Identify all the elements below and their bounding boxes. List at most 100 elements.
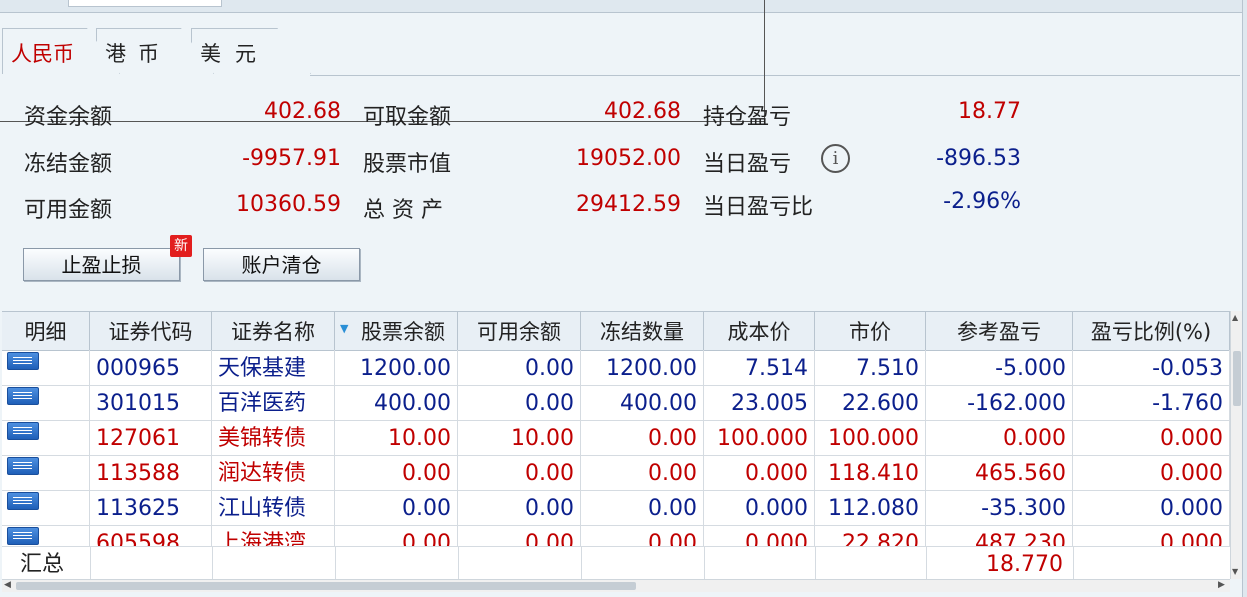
pl-cell: -35.300 <box>926 490 1073 525</box>
detail-cell <box>2 490 90 525</box>
window-top-strip <box>0 0 1247 13</box>
available-label: 可用金额 <box>24 198 113 223</box>
frozen-cell: 400.00 <box>581 385 704 420</box>
daily-pl-ratio-label: 当日盈亏比 <box>703 195 814 220</box>
top-tab-stub[interactable] <box>68 0 222 7</box>
detail-cell <box>2 350 90 385</box>
tab-label: 美元 <box>200 42 270 66</box>
code-cell: 000965 <box>90 350 212 385</box>
cost-cell: 100.000 <box>704 420 815 455</box>
withdrawable-value: 402.68 <box>604 99 681 124</box>
total-assets-label: 总 资 产 <box>363 198 443 223</box>
summary-label: 汇总 <box>20 552 65 577</box>
balance-cell: 1200.00 <box>335 350 458 385</box>
name-cell: 百洋医药 <box>212 385 335 420</box>
balance-cell: 0.00 <box>335 455 458 490</box>
detail-list-icon[interactable] <box>7 422 39 440</box>
frozen-cell: 0.00 <box>581 420 704 455</box>
new-badge: 新 <box>170 235 192 257</box>
stop-profit-loss-button[interactable]: 止盈止损 <box>23 248 180 281</box>
col-header-available[interactable]: 可用余额 <box>458 312 581 350</box>
clear-account-button[interactable]: 账户清仓 <box>203 248 360 281</box>
detail-list-icon[interactable] <box>7 492 39 510</box>
scroll-right-icon[interactable]: ▶ <box>1218 580 1225 590</box>
col-header-code[interactable]: 证券代码 <box>90 312 212 350</box>
name-cell: 天保基建 <box>212 350 335 385</box>
available-cell: 0.00 <box>458 350 581 385</box>
column-divider <box>815 547 816 579</box>
window-right-edge <box>1242 0 1247 597</box>
stock-value-label: 股票市值 <box>363 152 452 177</box>
frozen-value: -9957.91 <box>242 146 341 171</box>
cost-cell: 7.514 <box>704 350 815 385</box>
price-cell: 100.000 <box>815 420 926 455</box>
col-header-price[interactable]: 市价 <box>815 312 926 350</box>
detail-list-icon[interactable] <box>7 387 39 405</box>
column-divider <box>581 547 582 579</box>
table-row[interactable]: 113625 江山转债 0.00 0.00 0.00 0.000 112.080 -35.30… <box>2 490 1230 526</box>
column-divider <box>90 547 91 579</box>
col-header-cost[interactable]: 成本价 <box>704 312 815 350</box>
summary-pl-value: 18.770 <box>986 552 1063 577</box>
col-header-pl[interactable]: 参考盈亏 <box>926 312 1073 350</box>
available-cell: 0.00 <box>458 490 581 525</box>
available-value: 10360.59 <box>236 192 341 217</box>
col-header-detail[interactable]: 明细 <box>2 312 90 350</box>
code-cell: 113625 <box>90 490 212 525</box>
col-header-ratio[interactable]: 盈亏比例(%) <box>1073 312 1230 350</box>
detail-cell <box>2 455 90 490</box>
position-pl-value: 18.77 <box>958 99 1021 124</box>
ratio-cell: -1.760 <box>1073 385 1230 420</box>
table-header: 明细 证券代码 证券名称 股票余额 可用余额 冻结数量 成本价 市价 参考盈亏 … <box>2 311 1230 351</box>
column-divider <box>1073 547 1074 579</box>
available-cell: 10.00 <box>458 420 581 455</box>
table-row[interactable]: 127061 美锦转债 10.00 10.00 0.00 100.000 100.000 0.… <box>2 420 1230 456</box>
col-header-name[interactable]: 证券名称 <box>212 312 335 350</box>
daily-pl-ratio-value: -2.96% <box>943 189 1021 214</box>
price-cell: 22.600 <box>815 385 926 420</box>
total-assets-value: 29412.59 <box>576 192 681 217</box>
column-divider <box>212 547 213 579</box>
frozen-cell: 0.00 <box>581 455 704 490</box>
table-row[interactable]: 000965 天保基建 1200.00 0.00 1200.00 7.514 7.510 -5… <box>2 350 1230 386</box>
ratio-cell: 0.000 <box>1073 490 1230 525</box>
currency-tabs: 美元 港币 人民币 <box>0 28 1240 76</box>
table-row[interactable]: 301015 百洋医药 400.00 0.00 400.00 23.005 22.600 -1… <box>2 385 1230 421</box>
name-cell: 江山转债 <box>212 490 335 525</box>
vertical-scroll-thumb[interactable] <box>1233 351 1241 406</box>
frozen-label: 冻结金额 <box>24 152 113 177</box>
table-row[interactable]: 113588 润达转债 0.00 0.00 0.00 0.000 118.410 465.56… <box>2 455 1230 491</box>
summary-row: 汇总 18.770 <box>2 546 1230 579</box>
scroll-down-icon[interactable]: ▼ <box>1232 567 1238 576</box>
col-header-frozen[interactable]: 冻结数量 <box>581 312 704 350</box>
code-cell: 127061 <box>90 420 212 455</box>
horizontal-scroll-thumb[interactable] <box>16 582 636 590</box>
scroll-left-icon[interactable]: ◀ <box>4 580 11 590</box>
sort-indicator-icon: ▼ <box>340 322 349 335</box>
ratio-cell: -0.053 <box>1073 350 1230 385</box>
price-cell: 7.510 <box>815 350 926 385</box>
scroll-up-icon[interactable]: ▲ <box>1232 313 1238 322</box>
tab-baseline <box>310 75 1240 76</box>
detail-cell <box>2 420 90 455</box>
available-cell: 0.00 <box>458 385 581 420</box>
position-pl-label: 持仓盈亏 <box>703 105 792 130</box>
horizontal-scrollbar[interactable]: ◀ ▶ <box>2 579 1230 592</box>
ratio-cell: 0.000 <box>1073 455 1230 490</box>
withdrawable-label: 可取金额 <box>363 105 452 130</box>
detail-list-icon[interactable] <box>7 352 39 370</box>
code-cell: 113588 <box>90 455 212 490</box>
price-cell: 118.410 <box>815 455 926 490</box>
info-icon[interactable]: i <box>821 144 850 173</box>
col-header-balance[interactable]: 股票余额 <box>335 312 458 350</box>
detail-list-icon[interactable] <box>7 457 39 475</box>
balance-cell: 400.00 <box>335 385 458 420</box>
detail-list-icon[interactable] <box>7 527 39 545</box>
name-cell: 美锦转债 <box>212 420 335 455</box>
balance-value: 402.68 <box>264 99 341 124</box>
name-cell: 润达转债 <box>212 455 335 490</box>
available-cell: 0.00 <box>458 455 581 490</box>
cost-cell: 0.000 <box>704 455 815 490</box>
positions-table: 明细 证券代码 证券名称 股票余额 可用余额 冻结数量 成本价 市价 参考盈亏 … <box>2 311 1230 579</box>
tab-label: 人民币 <box>11 42 74 66</box>
